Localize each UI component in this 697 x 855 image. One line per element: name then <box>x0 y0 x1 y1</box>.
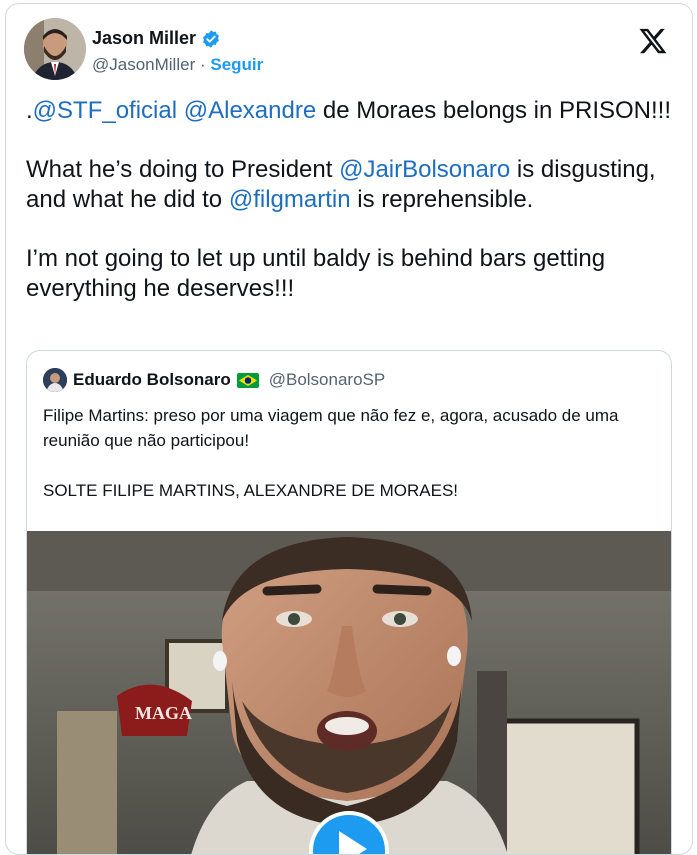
tweet-header: Jason Miller @JasonMiller · Seguir <box>24 18 674 84</box>
quoted-video[interactable]: MAGA <box>27 531 671 854</box>
tweet-paragraph-3: I’m not going to let up until baldy is b… <box>26 245 606 302</box>
text-segment: What he’s doing to President <box>26 156 340 183</box>
video-thumbnail: MAGA <box>27 531 671 854</box>
tweet-paragraph-1: .@STF_oficial @Alexandre de Moraes belon… <box>26 96 676 126</box>
text-prefix: . <box>26 97 33 124</box>
mention-link-stf[interactable]: @STF_oficial <box>33 97 177 124</box>
author-handle[interactable]: @JasonMiller <box>92 55 195 74</box>
tweet-paragraph-2: What he’s doing to President @JairBolson… <box>26 155 676 215</box>
quoted-author-name[interactable]: Eduardo Bolsonaro <box>73 370 231 390</box>
quoted-body: Filipe Martins: preso por uma viagem que… <box>43 403 643 528</box>
brazil-flag-icon <box>236 372 259 388</box>
separator-dot: · <box>199 55 206 74</box>
follow-button[interactable]: Seguir <box>210 55 263 74</box>
mention-link-filgmartin[interactable]: @filgmartin <box>229 186 351 213</box>
mention-link-jairbolsonaro[interactable]: @JairBolsonaro <box>339 156 510 183</box>
mention-link-alexandre[interactable]: @Alexandre <box>184 97 316 124</box>
quoted-paragraph-1: Filipe Martins: preso por uma viagem que… <box>43 406 619 450</box>
text-segment: is reprehensible. <box>350 186 534 213</box>
quoted-paragraph-2: SOLTE FILIPE MARTINS, ALEXANDRE DE MORAE… <box>43 481 459 500</box>
author-name[interactable]: Jason Miller <box>92 28 196 49</box>
tweet-body: .@STF_oficial @Alexandre de Moraes belon… <box>26 96 676 333</box>
x-logo-icon[interactable] <box>638 26 668 56</box>
quoted-author-handle[interactable]: @BolsonaroSP <box>269 370 386 390</box>
tweet-card: Jason Miller @JasonMiller · Seguir .@STF… <box>5 3 693 855</box>
verified-badge-icon <box>203 29 219 48</box>
maga-hat-text: MAGA <box>135 703 192 723</box>
quoted-tweet[interactable]: Eduardo Bolsonaro @BolsonaroSP Filipe Ma… <box>26 350 672 854</box>
text-segment: de Moraes belongs in PRISON!!! <box>316 97 672 124</box>
author-avatar[interactable] <box>24 18 86 80</box>
quoted-author-avatar[interactable] <box>43 368 67 392</box>
